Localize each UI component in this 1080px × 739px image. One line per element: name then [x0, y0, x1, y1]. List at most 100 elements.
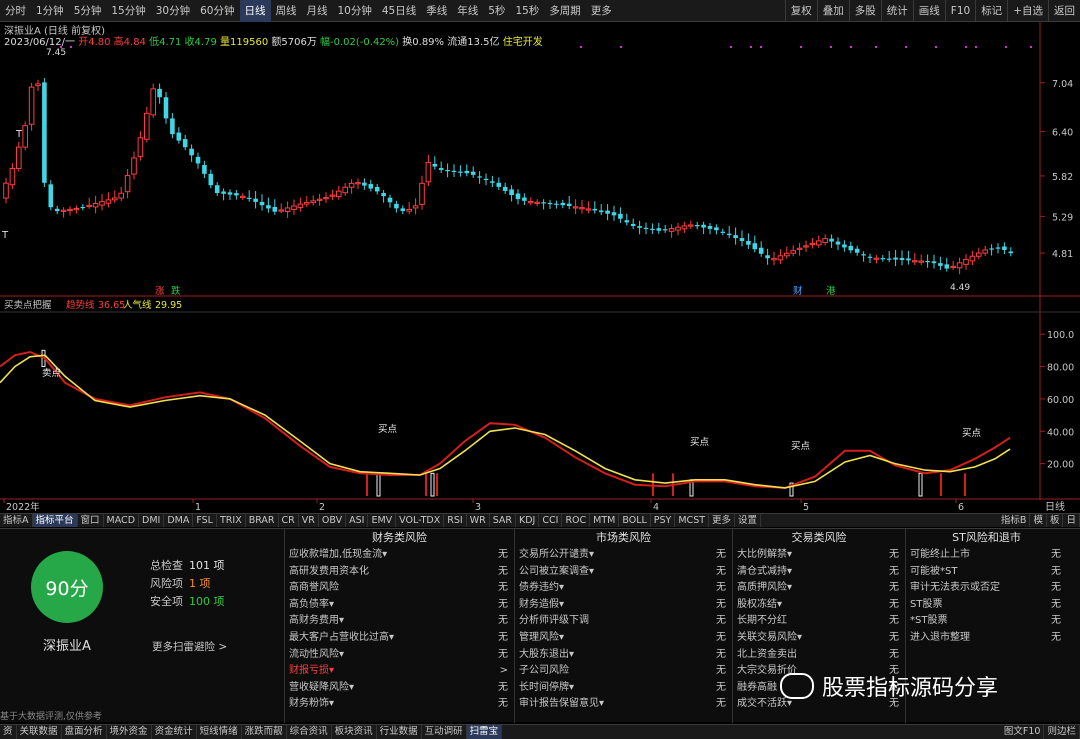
risk-item[interactable]: 子公司风险 无: [515, 663, 732, 680]
risk-item[interactable]: 高研发费用资本化 无: [285, 564, 514, 581]
event-badge[interactable]: 财: [793, 285, 803, 297]
risk-column: 市场类风险 交易所公开谴责▾ 无公司被立案调查▾ 无债券违约▾ 无财务造假▾ 无分析师评级…: [514, 529, 732, 723]
indicator-tab[interactable]: TRIX: [217, 514, 246, 527]
indicator-tab[interactable]: CR: [279, 514, 299, 527]
status-tab[interactable]: 关联数据: [17, 725, 62, 739]
indicator-tab[interactable]: MCST: [675, 514, 710, 527]
risk-item[interactable]: 北上资金卖出 无: [733, 647, 905, 664]
candle-body: [131, 157, 137, 175]
status-tab[interactable]: 扫雷宝: [466, 725, 503, 739]
risk-item[interactable]: 债券违约▾ 无: [515, 580, 732, 597]
risk-item[interactable]: 高负债率▾ 无: [285, 597, 514, 614]
event-badge[interactable]: 涨: [155, 286, 165, 297]
risk-item[interactable]: 公司被立案调查▾ 无: [515, 564, 732, 581]
indicator-tab[interactable]: BOLL: [619, 514, 651, 527]
risk-item[interactable]: 高商誉风险 无: [285, 580, 514, 597]
candle-body: [969, 255, 976, 262]
risk-item[interactable]: 股权冻结▾ 无: [733, 597, 905, 614]
risk-item[interactable]: 高质押风险▾ 无: [733, 580, 905, 597]
risk-item-value: 无: [498, 582, 508, 594]
risk-item[interactable]: 大比例解禁▾ 无: [733, 547, 905, 564]
risk-item[interactable]: *ST股票 无: [906, 613, 1067, 630]
risk-item[interactable]: 高财务费用▾ 无: [285, 613, 514, 630]
indicator-tab[interactable]: WR: [467, 514, 490, 527]
status-tab[interactable]: 资金统计: [152, 725, 197, 739]
risk-item[interactable]: 长时间停牌▾ 无: [515, 680, 732, 697]
indicator-tab[interactable]: OBV: [319, 514, 347, 527]
indicator-tab[interactable]: SAR: [490, 514, 517, 527]
indicator-tab[interactable]: BRAR: [246, 514, 279, 527]
score-badge: 90分: [31, 551, 103, 623]
indicator-tick-label: 100.0: [1047, 330, 1074, 341]
signal-marks: [60, 46, 1032, 48]
status-right-button[interactable]: 则边栏: [1044, 725, 1080, 739]
risk-item[interactable]: 营收疑降风险▾ 无: [285, 680, 514, 697]
indicator-tab[interactable]: VOL-TDX: [396, 514, 445, 527]
indicator-tab[interactable]: RSI: [444, 514, 467, 527]
candle-body: [214, 185, 220, 194]
risk-item[interactable]: 应收款增加,低现金流▾ 无: [285, 547, 514, 564]
indicator-tab[interactable]: EMV: [368, 514, 397, 527]
status-tab[interactable]: 综合资讯: [287, 725, 332, 739]
indicator-right-tab[interactable]: 板: [1047, 514, 1064, 527]
kline-chart[interactable]: 7.046.405.825.294.81 7.45 4.49 T T 涨跌财港 …: [0, 0, 1080, 513]
indicator-right-tab[interactable]: 指标B: [998, 514, 1031, 527]
indicator-tab[interactable]: ASI: [346, 514, 369, 527]
status-tab[interactable]: 资: [0, 725, 17, 739]
status-tab[interactable]: 板块资讯: [332, 725, 377, 739]
status-tab[interactable]: 涨跌而靓: [242, 725, 287, 739]
risk-item[interactable]: 大股东退出▾ 无: [515, 647, 732, 664]
status-tab[interactable]: 互动调研: [422, 725, 467, 739]
indicator-tab[interactable]: DMI: [139, 514, 165, 527]
candle-body: [796, 247, 803, 250]
risk-item[interactable]: 分析师评级下调 无: [515, 613, 732, 630]
indicator-tab[interactable]: 窗口: [78, 514, 104, 527]
candle-body: [809, 242, 816, 246]
indicator-tab[interactable]: MTM: [590, 514, 620, 527]
risk-item[interactable]: 审计无法表示或否定 无: [906, 580, 1067, 597]
indicator-tab[interactable]: DMA: [164, 514, 194, 527]
candle-body: [611, 212, 617, 216]
risk-item[interactable]: 财务造假▾ 无: [515, 597, 732, 614]
risk-item[interactable]: 审计报告保留意见▾ 无: [515, 696, 732, 713]
signal-dot: [905, 46, 907, 48]
risk-item[interactable]: 进入退市整理 无: [906, 630, 1067, 647]
event-badge[interactable]: 港: [826, 285, 836, 297]
candle-body: [912, 260, 918, 263]
indicator-tab[interactable]: MACD: [104, 514, 140, 527]
status-tab[interactable]: 行业数据: [377, 725, 422, 739]
risk-item[interactable]: 清仓式减持▾ 无: [733, 564, 905, 581]
t-marker-left: T: [15, 129, 23, 140]
status-tab[interactable]: 短线情绪: [197, 725, 242, 739]
status-right-button[interactable]: 图文F10: [1001, 725, 1045, 739]
event-badge[interactable]: 跌: [171, 285, 181, 297]
risk-item[interactable]: 财报亏损▾ >: [285, 663, 514, 680]
risk-item[interactable]: 最大客户占营收比过高▾ 无: [285, 630, 514, 647]
indicator-tab[interactable]: 更多: [709, 514, 736, 527]
more-scan-link[interactable]: 更多扫雷避险 >: [152, 639, 227, 654]
indicator-tab[interactable]: 指标A: [0, 514, 33, 527]
status-tab[interactable]: 境外资金: [107, 725, 152, 739]
risk-item[interactable]: 关联交易风险▾ 无: [733, 630, 905, 647]
risk-item[interactable]: 财务粉饰▾ 无: [285, 696, 514, 713]
risk-item[interactable]: 可能终止上市 无: [906, 547, 1067, 564]
indicator-tab[interactable]: PSY: [651, 514, 676, 527]
candle-body: [675, 226, 681, 231]
indicator-tab[interactable]: KDJ: [516, 514, 540, 527]
risk-item[interactable]: ST股票 无: [906, 597, 1067, 614]
indicator-tab[interactable]: ROC: [562, 514, 591, 527]
indicator-right-tab[interactable]: 模: [1030, 514, 1047, 527]
risk-item[interactable]: 流动性风险▾ 无: [285, 647, 514, 664]
indicator-tab[interactable]: VR: [299, 514, 319, 527]
risk-item[interactable]: 可能被*ST 无: [906, 564, 1067, 581]
indicator-tab[interactable]: FSL: [193, 514, 217, 527]
status-tab[interactable]: 盘面分析: [62, 725, 107, 739]
indicator-tab[interactable]: CCI: [539, 514, 563, 527]
indicator-right-tab[interactable]: 日: [1063, 514, 1080, 527]
indicator-tab[interactable]: 设置: [735, 514, 762, 527]
risk-item[interactable]: 交易所公开谴责▾ 无: [515, 547, 732, 564]
candle-body: [28, 86, 35, 125]
risk-item[interactable]: 长期不分红 无: [733, 613, 905, 630]
indicator-tab[interactable]: 指标平台: [32, 514, 78, 527]
risk-item[interactable]: 管理风险▾ 无: [515, 630, 732, 647]
